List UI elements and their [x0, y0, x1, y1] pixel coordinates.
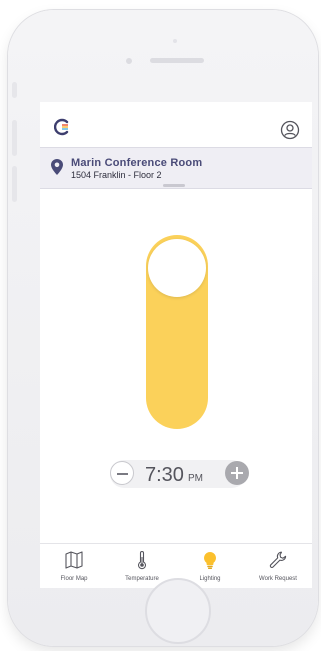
wrench-icon	[269, 551, 287, 568]
bulb-icon	[204, 552, 216, 569]
schedule-ampm: PM	[188, 473, 203, 484]
increase-time-button[interactable]	[225, 461, 249, 485]
location-pin-icon	[51, 159, 63, 175]
earpiece-speaker	[150, 58, 204, 63]
phone-frame: Marin Conference Room 1504 Franklin - Fl…	[8, 10, 318, 646]
decrease-time-button[interactable]	[110, 461, 134, 485]
tab-label: Work Request	[259, 576, 297, 582]
volume-up-button	[12, 120, 17, 156]
user-profile-icon[interactable]	[280, 120, 300, 140]
schedule-time: 7:30	[145, 464, 184, 486]
app-logo-icon	[54, 118, 69, 136]
thermometer-icon	[137, 551, 147, 570]
home-button[interactable]	[145, 578, 211, 644]
tab-work-request[interactable]: Work Request	[244, 544, 312, 588]
map-icon	[65, 551, 83, 569]
app-screen: Marin Conference Room 1504 Franklin - Fl…	[40, 102, 312, 588]
top-bar	[40, 102, 312, 147]
tab-label: Floor Map	[60, 576, 88, 582]
sensor-dot	[173, 39, 177, 43]
location-header[interactable]: Marin Conference Room 1504 Franklin - Fl…	[40, 147, 312, 189]
front-camera	[126, 58, 132, 64]
light-slider-knob[interactable]	[148, 239, 206, 297]
location-address: 1504 Franklin - Floor 2	[71, 170, 162, 180]
location-name: Marin Conference Room	[71, 157, 203, 169]
tab-floor-map[interactable]: Floor Map	[40, 544, 108, 588]
mute-switch	[12, 82, 17, 98]
drawer-handle[interactable]	[163, 184, 185, 187]
volume-down-button	[12, 166, 17, 202]
